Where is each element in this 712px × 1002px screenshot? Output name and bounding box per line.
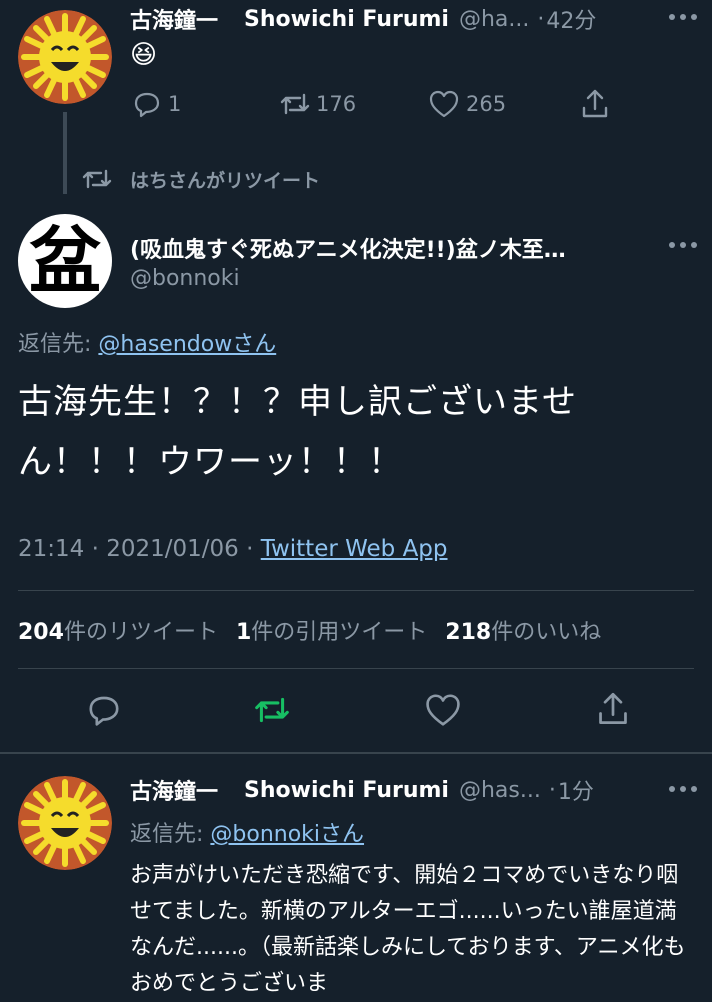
stat-retweet-count: 204 <box>18 620 64 645</box>
main-tweet-text: 古海先生！？！？申し訳ございません！！！ウワーッ！！！ <box>18 382 577 482</box>
main-reply-prefix: 返信先: <box>18 332 99 357</box>
stat-like-count: 218 <box>445 620 492 645</box>
reply-reply-to-link[interactable]: @bonnokiさん <box>210 822 364 847</box>
reply-header: 古海鐘一 Showichi Furumi @has... · 1分 <box>130 774 655 806</box>
more-options-icon[interactable] <box>668 12 698 22</box>
tweet1-reply-count: 1 <box>168 92 182 116</box>
reply-sep: · <box>548 777 556 803</box>
reply-tweet-text: お声がけいただき恐縮です、開始２コマめでいきなり咽せてました。新横のアルターエゴ… <box>130 863 686 996</box>
stat-quote-count: 1 <box>235 620 252 645</box>
retweet-banner-icon <box>80 165 114 193</box>
tweet1-like-action[interactable]: 265 <box>428 88 506 120</box>
main-reply-to-link[interactable]: @hasendowさん <box>98 332 276 357</box>
reply-more-options-icon[interactable] <box>668 784 698 794</box>
reply-time: 1分 <box>557 780 594 805</box>
main-retweet-button[interactable] <box>252 692 292 728</box>
main-timestamp: 21:14 · 2021/01/06 · <box>18 536 261 562</box>
tweet1-reply-action[interactable]: 1 <box>132 88 181 120</box>
tweet1-handle: @ha... <box>458 6 530 32</box>
main-author-name[interactable]: (吸血鬼すぐ死ぬアニメ化決定!!)盆ノ木至… <box>130 232 650 264</box>
reply-reply-context: 返信先: @bonnokiさん <box>130 816 364 848</box>
reply-icon <box>132 89 162 119</box>
divider-main-bottom <box>0 752 712 754</box>
reply-handle: @has... <box>458 777 541 803</box>
stat-quote-label: 件の引用ツイート <box>251 620 428 645</box>
reply-author-name[interactable]: 古海鐘一 <box>130 774 218 806</box>
avatar-bonnoki-glyph: 盆 <box>28 219 101 303</box>
main-more-options-icon[interactable] <box>668 240 698 250</box>
divider-stats-bottom <box>18 668 694 669</box>
divider-stats-top <box>18 590 694 591</box>
main-share-button[interactable] <box>596 690 630 728</box>
thread-connector-line <box>63 112 67 194</box>
tweet1-author-name[interactable]: 古海鐘一 <box>130 3 218 35</box>
main-timestamp-row: 21:14 · 2021/01/06 · Twitter Web App <box>18 536 448 562</box>
stat-quotes[interactable]: 1件の引用ツイート <box>236 614 427 646</box>
tweet1-text: 😆 <box>130 40 158 70</box>
stat-retweet-label: 件のリツイート <box>63 620 218 645</box>
main-like-button[interactable] <box>424 692 462 728</box>
tweet1-time: 42分 <box>546 9 597 34</box>
main-handle[interactable]: @bonnoki <box>130 266 240 291</box>
retweet-icon <box>278 89 312 119</box>
main-source-link[interactable]: Twitter Web App <box>261 536 448 562</box>
stat-like-label: 件のいいね <box>491 620 602 645</box>
tweet1-sep: · <box>537 6 545 32</box>
retweet-banner-text: はちさんがリツイート <box>130 169 321 192</box>
avatar-bonnoki[interactable]: 盆 <box>18 214 112 308</box>
tweet1-header: 古海鐘一 Showichi Furumi @ha... · 42分 <box>130 3 650 35</box>
main-reply-button[interactable] <box>86 692 122 728</box>
stat-retweets[interactable]: 204件のリツイート <box>18 614 218 646</box>
avatar-furumi-reply[interactable] <box>18 776 112 870</box>
main-reply-context: 返信先: @hasendowさん <box>18 326 276 358</box>
main-stats: 204件のリツイート 1件の引用ツイート 218件のいいね <box>18 612 601 648</box>
reply-author-en[interactable]: Showichi Furumi <box>244 778 449 803</box>
tweet1-retweet-action[interactable]: 176 <box>278 88 356 120</box>
tweet1-author-en[interactable]: Showichi Furumi <box>244 7 449 32</box>
share-icon[interactable] <box>580 88 610 120</box>
heart-icon <box>428 89 460 119</box>
avatar-furumi[interactable] <box>18 10 112 104</box>
tweet1-like-count: 265 <box>466 92 507 116</box>
reply-reply-prefix: 返信先: <box>130 822 211 847</box>
retweet-banner[interactable]: はちさんがリツイート <box>80 164 320 194</box>
tweet1-retweet-count: 176 <box>316 92 357 116</box>
stat-likes[interactable]: 218件のいいね <box>445 614 601 646</box>
